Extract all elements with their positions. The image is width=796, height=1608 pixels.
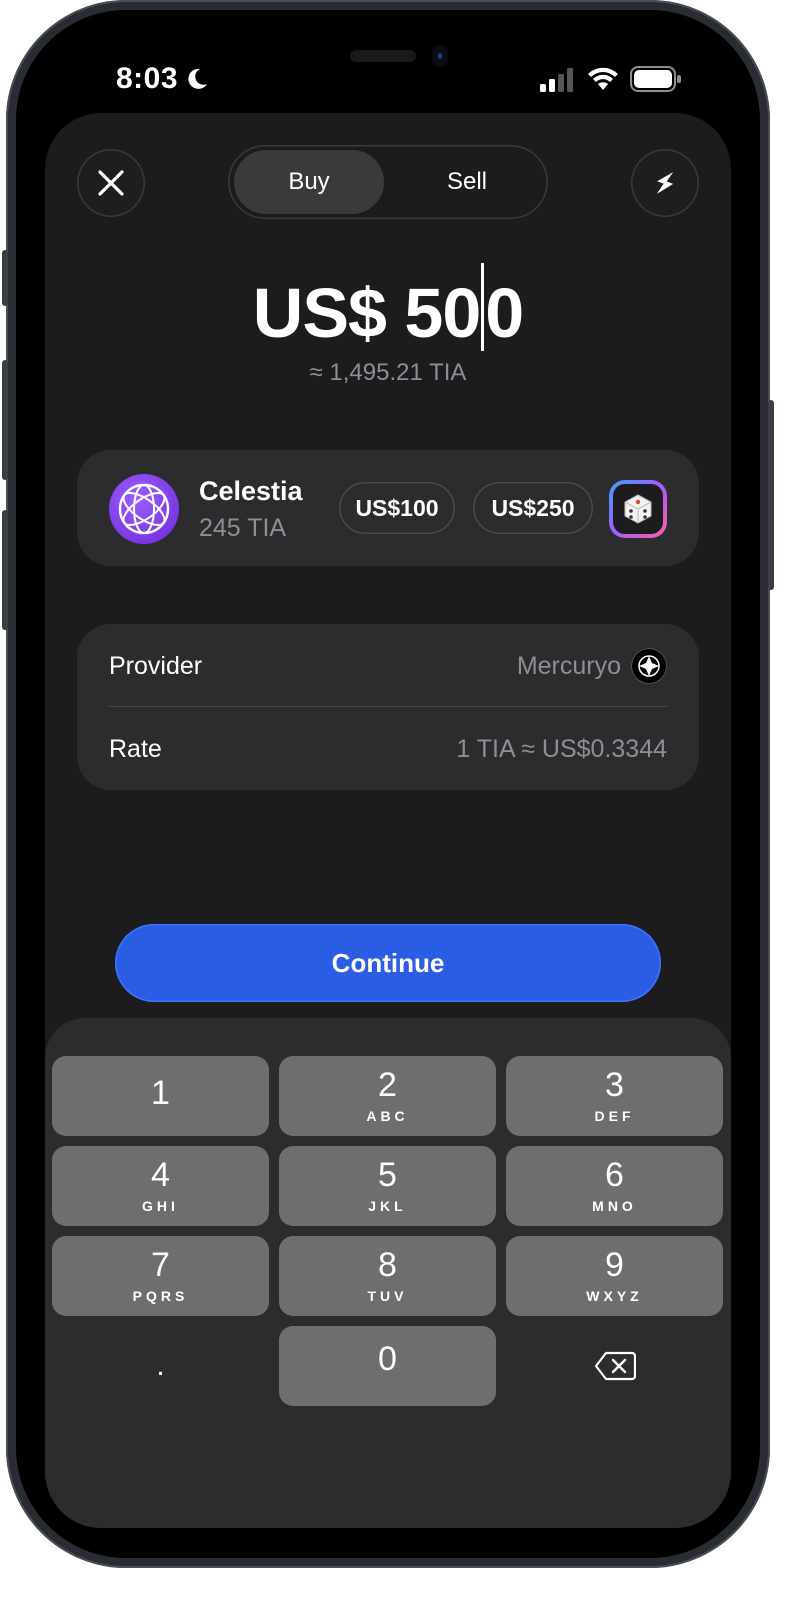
key-letters: MNO — [592, 1198, 637, 1214]
key-number: 5 — [378, 1156, 397, 1194]
dice-icon — [624, 494, 652, 524]
amount-text-after-caret: 0 — [485, 274, 524, 352]
preset-250-button[interactable]: US$250 — [473, 482, 593, 534]
key-5[interactable]: 5 JKL — [279, 1146, 496, 1226]
key-number: 6 — [605, 1156, 624, 1194]
key-6[interactable]: 6 MNO — [506, 1146, 723, 1226]
text-caret — [481, 263, 485, 351]
key-number: 4 — [151, 1156, 170, 1194]
volume-up-button — [2, 360, 8, 480]
app-screen: Buy Sell US$ 500 ≈ 1,495.21 TIA Celestia… — [45, 113, 731, 1528]
crypto-equivalent: ≈ 1,495.21 TIA — [309, 359, 467, 386]
key-letters: GHI — [142, 1198, 179, 1214]
amount-text-before-caret: US$ 50 — [252, 274, 481, 352]
key-7[interactable]: 7 PQRS — [52, 1236, 269, 1316]
key-4[interactable]: 4 GHI — [52, 1146, 269, 1226]
provider-label: Provider — [109, 652, 203, 680]
status-time: 8:03 — [116, 62, 179, 95]
provider-value[interactable]: Mercuryo — [517, 652, 621, 681]
asset-balance: 245 TIA — [199, 514, 287, 542]
key-letters: JKL — [368, 1198, 407, 1214]
close-icon — [98, 170, 124, 196]
key-9[interactable]: 9 WXYZ — [506, 1236, 723, 1316]
continue-button[interactable]: Continue — [115, 924, 661, 1002]
key-decimal[interactable]: . — [52, 1326, 269, 1406]
key-number: 2 — [378, 1066, 397, 1104]
random-amount-button[interactable] — [609, 480, 667, 538]
key-number: 8 — [378, 1246, 397, 1284]
backspace-key[interactable] — [506, 1326, 723, 1406]
rate-value: 1 TIA ≈ US$0.3344 — [456, 735, 667, 763]
asset-name: Celestia — [199, 476, 303, 506]
details-card: Provider Mercuryo Rate 1 TIA ≈ US$0.3344 — [77, 624, 699, 790]
tab-buy[interactable]: Buy — [234, 150, 384, 214]
power-button — [768, 400, 774, 590]
tab-sell[interactable]: Sell — [392, 150, 542, 214]
speaker-grille — [350, 50, 416, 62]
provider-logo — [631, 648, 667, 684]
key-number: 1 — [151, 1074, 170, 1112]
asset-card: Celestia 245 TIA US$100 US$250 — [77, 450, 699, 566]
key-number: 7 — [151, 1246, 170, 1284]
backspace-icon — [594, 1351, 636, 1381]
key-letters: DEF — [594, 1108, 635, 1124]
quick-action-button[interactable] — [631, 149, 699, 217]
key-8[interactable]: 8 TUV — [279, 1236, 496, 1316]
numeric-keypad: 1 2 ABC 3 DEF 4 GHI 5 JKL 6 MNO 7 PQRS 8 — [45, 1018, 731, 1528]
close-button[interactable] — [77, 149, 145, 217]
cellular-signal-icon — [540, 68, 573, 92]
key-1[interactable]: 1 — [52, 1056, 269, 1136]
key-2[interactable]: 2 ABC — [279, 1056, 496, 1136]
front-camera — [432, 45, 448, 67]
amount-display[interactable]: US$ 500 — [45, 263, 731, 353]
moon-icon — [188, 68, 207, 89]
key-3[interactable]: 3 DEF — [506, 1056, 723, 1136]
mute-switch — [2, 250, 8, 306]
rate-label: Rate — [109, 735, 162, 763]
battery-icon — [630, 66, 681, 92]
key-number: 3 — [605, 1066, 624, 1104]
buy-sell-segmented-control: Buy Sell — [228, 145, 548, 219]
key-letters: ABC — [366, 1108, 409, 1124]
lightning-icon — [656, 172, 674, 194]
globe-logo-icon — [118, 483, 170, 535]
key-number: 0 — [378, 1340, 397, 1378]
key-number: 9 — [605, 1246, 624, 1284]
mercuryo-logo-icon — [638, 655, 660, 677]
asset-selector[interactable] — [109, 474, 179, 544]
key-letters: PQRS — [132, 1288, 189, 1304]
divider — [109, 706, 667, 707]
volume-down-button — [2, 510, 8, 630]
key-letters: WXYZ — [586, 1288, 643, 1304]
key-letters: TUV — [367, 1288, 408, 1304]
preset-100-button[interactable]: US$100 — [339, 482, 455, 534]
key-0[interactable]: 0 — [279, 1326, 496, 1406]
wifi-icon — [588, 67, 618, 90]
